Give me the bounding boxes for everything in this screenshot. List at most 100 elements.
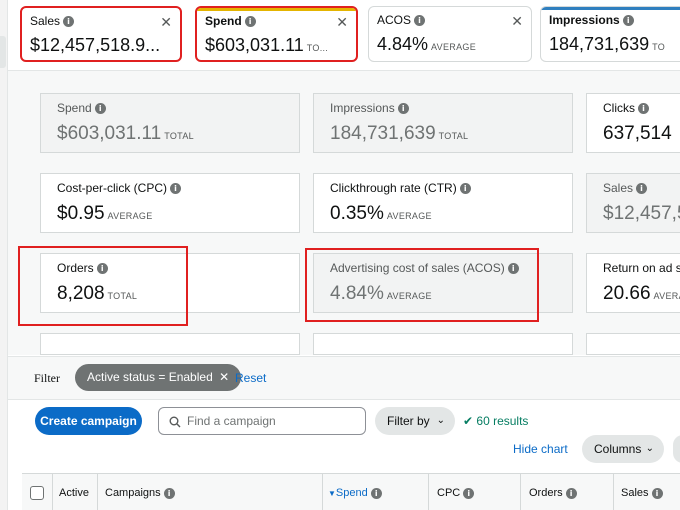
column-header-spend[interactable]: ▼Spend	[328, 487, 382, 499]
search-input[interactable]	[187, 414, 357, 428]
chevron-down-icon: ⌄	[436, 415, 445, 426]
info-icon	[170, 183, 182, 195]
tile-label: Sales	[30, 14, 61, 28]
metric-card-sales[interactable]: Sales $12,457,5	[586, 173, 680, 233]
columns-button[interactable]: Columns ⌄	[582, 435, 664, 463]
column-divider	[613, 473, 614, 510]
tile-label: Spend	[205, 14, 242, 28]
column-header-label: Spend	[335, 487, 368, 499]
info-icon	[163, 487, 175, 499]
info-icon	[565, 487, 577, 499]
column-header-active[interactable]: Active	[59, 487, 89, 499]
column-header-label: Orders	[529, 487, 563, 499]
tile-value: $12,457,518.9...	[30, 35, 161, 55]
column-header-label: CPC	[437, 487, 461, 499]
highlight-box-acos	[305, 248, 539, 322]
column-divider	[520, 473, 521, 510]
info-icon	[94, 103, 106, 115]
metric-tile-acos[interactable]: ACOS 4.84%AVERAGE ✕	[368, 6, 532, 62]
card-value: 20.66	[603, 283, 651, 304]
card-suffix: AVERAGE	[386, 211, 432, 221]
info-icon	[622, 15, 634, 27]
info-icon	[414, 15, 426, 27]
check-icon: ✔	[463, 414, 474, 428]
column-header-campaigns[interactable]: Campaigns	[105, 487, 175, 499]
card-value: 637,514	[603, 123, 672, 144]
column-header-cpc[interactable]: CPC	[437, 487, 475, 499]
reset-link[interactable]: Reset	[235, 371, 266, 385]
card-suffix: AVERAGE	[653, 291, 680, 301]
highlight-box-orders	[18, 246, 188, 326]
series-color-bar	[541, 7, 680, 10]
info-icon	[370, 487, 382, 499]
info-icon	[636, 183, 648, 195]
metric-card-ctr[interactable]: Clickthrough rate (CTR) 0.35%AVERAGE	[313, 173, 573, 233]
column-header-orders[interactable]: Orders	[529, 487, 577, 499]
card-label: Clicks	[603, 101, 635, 115]
more-button[interactable]	[673, 435, 680, 463]
filter-label: Filter	[34, 371, 60, 385]
metric-tile-sales[interactable]: Sales $12,457,518.9... ✕	[20, 6, 182, 62]
tile-value: 184,731,639	[549, 34, 650, 54]
close-icon[interactable]: ✕	[219, 370, 229, 384]
info-icon	[244, 16, 256, 28]
tile-label: Impressions	[549, 13, 620, 27]
card-suffix: AVERAGE	[107, 211, 153, 221]
columns-label: Columns	[594, 442, 642, 456]
search-icon	[169, 416, 181, 428]
filter-by-label: Filter by	[387, 414, 430, 428]
metric-tile-impressions[interactable]: Impressions 184,731,639TO	[540, 6, 680, 62]
metric-card-cpc[interactable]: Cost-per-click (CPC) $0.95AVERAGE	[40, 173, 300, 233]
tile-suffix: TO	[652, 42, 666, 52]
filter-chip-active-status[interactable]: Active status = Enabled ✕	[75, 364, 242, 391]
column-divider	[428, 473, 429, 510]
metric-card-partial	[40, 333, 300, 355]
card-value: $0.95	[57, 203, 105, 224]
metric-card-impressions[interactable]: Impressions 184,731,639TOTAL	[313, 93, 573, 153]
info-icon	[63, 16, 75, 28]
tile-suffix: TO...	[306, 43, 329, 53]
column-divider	[322, 473, 323, 510]
column-header-label: Sales	[621, 487, 649, 499]
column-divider	[52, 473, 53, 510]
close-icon[interactable]: ✕	[511, 13, 523, 30]
info-icon	[463, 487, 475, 499]
card-value: 184,731,639	[330, 123, 436, 144]
info-icon	[397, 103, 409, 115]
select-all-checkbox[interactable]	[30, 486, 44, 500]
column-divider	[97, 473, 98, 510]
card-label: Cost-per-click (CPC)	[57, 181, 168, 195]
tile-suffix: AVERAGE	[431, 42, 476, 52]
card-label: Clickthrough rate (CTR)	[330, 181, 457, 195]
card-suffix: TOTAL	[164, 131, 194, 141]
metric-card-clicks[interactable]: Clicks 637,514	[586, 93, 680, 153]
results-label: 60 results	[476, 414, 529, 428]
close-icon[interactable]: ✕	[336, 14, 348, 31]
series-color-bar	[197, 8, 356, 11]
info-icon	[459, 183, 471, 195]
create-campaign-button[interactable]: Create campaign	[35, 407, 142, 435]
card-label: Spend	[57, 101, 92, 115]
column-header-sales[interactable]: Sales	[621, 487, 663, 499]
hide-chart-link[interactable]: Hide chart	[513, 442, 568, 456]
filter-chip-label: Active status = Enabled	[87, 370, 213, 384]
card-label: Impressions	[330, 101, 395, 115]
filter-by-button[interactable]: Filter by ⌄	[375, 407, 455, 435]
results-count: ✔ 60 results	[463, 414, 528, 428]
column-header-label: Campaigns	[105, 487, 161, 499]
tile-label: ACOS	[377, 13, 412, 27]
tile-value: $603,031.11	[205, 35, 304, 55]
metric-tile-spend[interactable]: Spend $603,031.11TO... ✕	[195, 6, 358, 62]
close-icon[interactable]: ✕	[160, 14, 172, 31]
campaign-search[interactable]	[158, 407, 366, 435]
chevron-down-icon: ⌄	[645, 443, 654, 454]
card-value: $603,031.11	[57, 123, 162, 144]
metric-card-partial	[586, 333, 680, 355]
card-label: Sales	[603, 181, 634, 195]
metric-card-spend[interactable]: Spend $603,031.11TOTAL	[40, 93, 300, 153]
card-value: $12,457,5	[603, 203, 680, 224]
metric-card-partial	[313, 333, 573, 355]
left-rail-handle[interactable]	[0, 36, 6, 68]
metric-card-roas[interactable]: Return on ad sp 20.66AVERAGE	[586, 253, 680, 313]
sort-desc-icon: ▼	[328, 489, 336, 498]
